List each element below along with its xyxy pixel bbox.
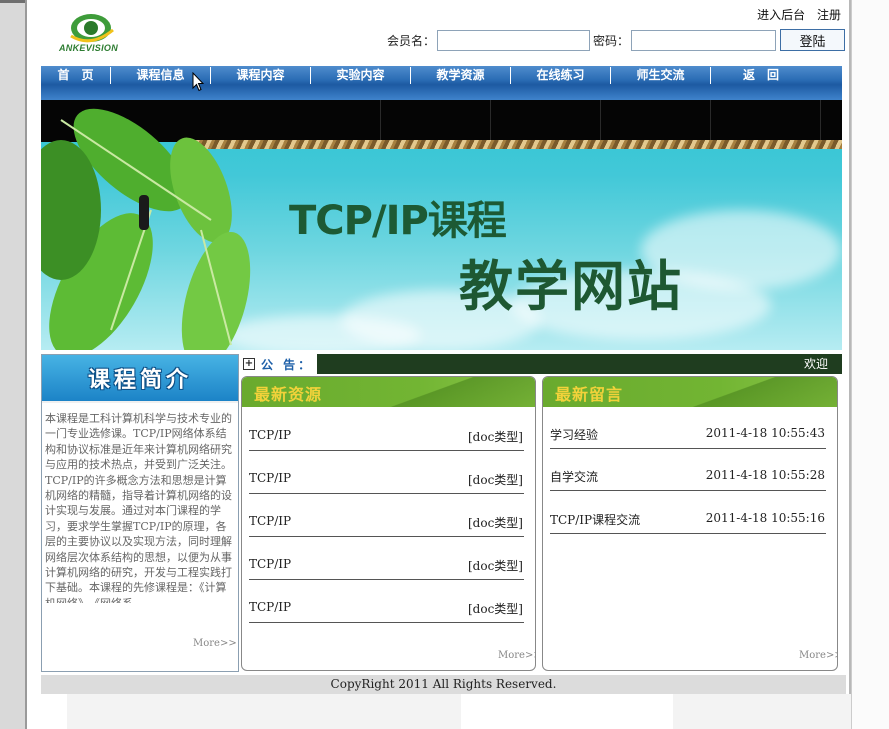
nav-item-course-content[interactable]: 课程内容 — [211, 67, 311, 84]
right-gutter — [851, 0, 889, 729]
logo-text: ANKEVISION — [59, 43, 119, 53]
page-container: ANKEVISION 进入后台 注册 会员名： 密码： 登陆 首 页 课程信息 … — [25, 0, 851, 729]
messages-more-link[interactable]: More>> — [799, 650, 837, 661]
nav-item-resources[interactable]: 教学资源 — [411, 67, 511, 84]
username-input[interactable] — [437, 29, 591, 51]
plus-square-icon[interactable]: + — [243, 358, 255, 370]
latest-resources-header: 最新资源 — [242, 377, 535, 407]
banner-title-line2: 教学网站 — [459, 255, 683, 318]
mouse-cursor-icon — [192, 72, 204, 92]
list-item[interactable]: TCP/IP [doc类型] — [249, 471, 524, 494]
latest-messages-header: 最新留言 — [543, 377, 837, 407]
announcement-marquee: 欢迎 — [317, 354, 842, 374]
hero-banner: TCP/IP课程 教学网站 — [41, 100, 842, 350]
list-item[interactable]: TCP/IP [doc类型] — [249, 600, 524, 623]
nav-item-experiments[interactable]: 实验内容 — [311, 67, 411, 84]
login-button[interactable]: 登陆 — [780, 29, 846, 51]
nav-item-back[interactable]: 返 回 — [711, 67, 811, 84]
nav-item-communication[interactable]: 师生交流 — [611, 67, 711, 84]
username-label: 会员名： — [387, 33, 436, 48]
nav-item-online-practice[interactable]: 在线练习 — [511, 67, 611, 84]
leaves-icon — [41, 108, 251, 350]
password-label: 密码： — [593, 33, 630, 48]
latest-resources-title: 最新资源 — [254, 385, 323, 404]
announcement-bar: + 公 告： 欢迎 — [241, 354, 842, 374]
course-intro-text: 本课程是工科计算机科学与技术专业的一门专业选修课。TCP/IP网络体系结构和协议… — [45, 412, 232, 603]
course-intro-title: 课程简介 — [87, 368, 192, 393]
announcement-label: 公 告： — [261, 357, 314, 372]
footer-copyright: CopyRight 2011 All Rights Reserved. — [41, 675, 846, 694]
login-form: 会员名： 密码： 登陆 — [387, 29, 846, 51]
latest-messages-panel: 最新留言 学习经验 2011-4-18 10:55:43 自学交流 2011-4… — [542, 376, 838, 671]
main-nav: 首 页 课程信息 课程内容 实验内容 教学资源 在线练习 师生交流 返 回 — [41, 66, 842, 100]
latest-messages-title: 最新留言 — [555, 385, 624, 404]
nav-item-home[interactable]: 首 页 — [41, 67, 111, 84]
list-item[interactable]: 自学交流 2011-4-18 10:55:28 — [550, 468, 826, 491]
latest-resources-panel: 最新资源 TCP/IP [doc类型] TCP/IP [doc类型] TCP/I… — [241, 376, 536, 671]
resources-more-link[interactable]: More>> — [498, 650, 535, 661]
password-input[interactable] — [631, 29, 777, 51]
list-item[interactable]: TCP/IP课程交流 2011-4-18 10:55:16 — [550, 511, 826, 534]
list-item[interactable]: TCP/IP [doc类型] — [249, 428, 524, 451]
intro-more-link[interactable]: More>> — [193, 638, 237, 649]
course-intro-header: 课程简介 — [42, 355, 238, 403]
top-links: 进入后台 注册 — [749, 6, 841, 23]
banner-rope — [191, 140, 842, 149]
admin-link[interactable]: 进入后台 — [757, 8, 805, 22]
banner-title-line1: TCP/IP课程 — [289, 198, 507, 244]
course-intro-panel: 课程简介 本课程是工科计算机科学与技术专业的一门专业选修课。TCP/IP网络体系… — [41, 354, 239, 672]
register-link[interactable]: 注册 — [817, 8, 841, 22]
list-item[interactable]: TCP/IP [doc类型] — [249, 557, 524, 580]
list-item[interactable]: TCP/IP [doc类型] — [249, 514, 524, 537]
list-item[interactable]: 学习经验 2011-4-18 10:55:43 — [550, 426, 826, 449]
